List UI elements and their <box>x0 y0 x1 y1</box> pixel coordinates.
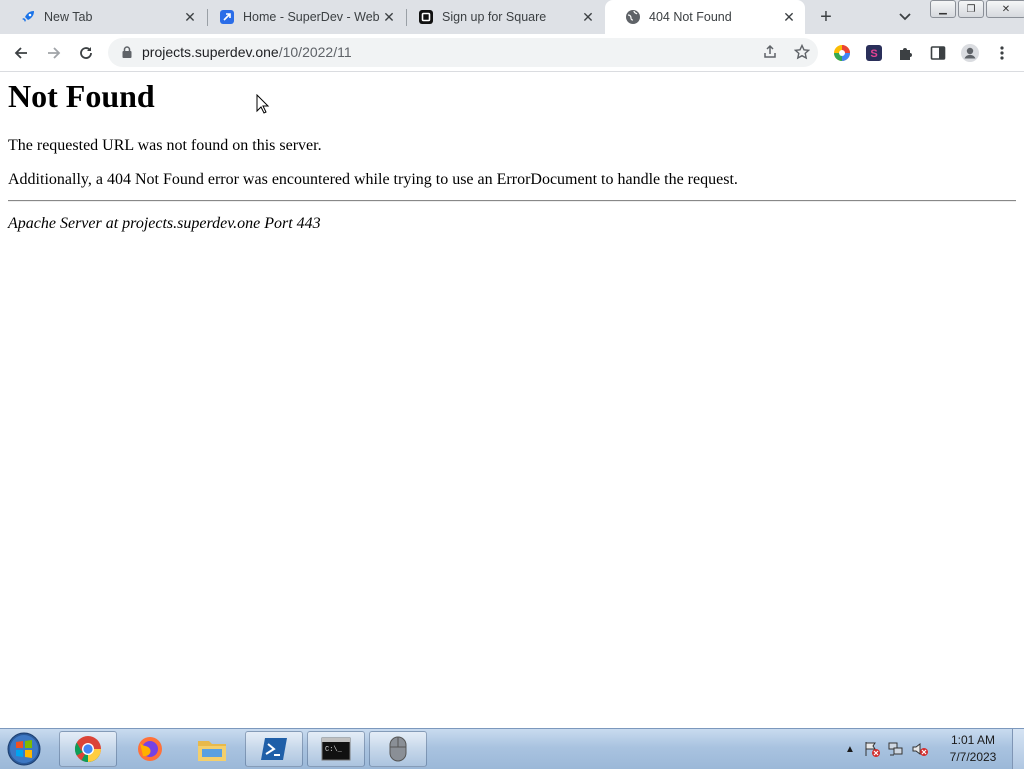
square-logo-icon <box>418 9 434 25</box>
tab-superdev[interactable]: Home - SuperDev - Web ✕ <box>199 0 405 34</box>
close-icon[interactable]: ✕ <box>580 9 596 25</box>
tab-label: Home - SuperDev - Web <box>243 10 380 24</box>
error-detail: Additionally, a 404 Not Found error was … <box>8 171 738 188</box>
taskbar-mouse-app[interactable] <box>369 731 427 767</box>
color-extension-button[interactable] <box>830 41 854 65</box>
restore-icon: ❐ <box>966 3 976 15</box>
color-wheel-icon <box>834 45 850 61</box>
reload-button[interactable] <box>74 41 98 65</box>
extensions-button[interactable] <box>894 41 918 65</box>
start-button[interactable] <box>4 731 44 767</box>
puzzle-icon <box>900 48 912 60</box>
powershell-icon <box>261 738 287 760</box>
avatar-icon <box>961 44 979 62</box>
tray-expand-icon[interactable]: ▲ <box>845 744 855 755</box>
close-icon[interactable]: ✕ <box>381 9 397 25</box>
clock-time: 1:01 AM <box>950 733 996 747</box>
tab-strip: New Tab ✕ Home - SuperDev - Web ✕ Sign u… <box>0 0 1024 34</box>
mouse-icon <box>389 736 407 762</box>
globe-icon <box>625 9 641 25</box>
chevron-down-icon <box>899 13 911 21</box>
tab-label: Sign up for Square <box>442 10 547 24</box>
close-icon: ✕ <box>1001 3 1011 15</box>
bookmark-button[interactable] <box>790 40 814 64</box>
side-panel-icon <box>930 46 946 60</box>
tab-label: New Tab <box>44 10 93 24</box>
divider <box>8 200 1016 202</box>
network-icon[interactable] <box>887 740 905 758</box>
taskbar-file-explorer[interactable] <box>183 731 241 767</box>
lock-icon <box>122 46 132 58</box>
close-icon[interactable]: ✕ <box>781 9 797 25</box>
error-message: The requested URL was not found on this … <box>8 137 322 154</box>
tab-new-tab[interactable]: New Tab ✕ <box>0 0 206 34</box>
share-button[interactable] <box>758 40 782 64</box>
taskbar-powershell[interactable] <box>245 731 303 767</box>
page-content: Not Found The requested URL was not foun… <box>0 72 1024 728</box>
forward-button[interactable] <box>42 41 66 65</box>
close-window-button[interactable]: ✕ <box>986 0 1024 18</box>
minimize-button[interactable]: ▁ <box>930 0 956 18</box>
tab-square[interactable]: Sign up for Square ✕ <box>398 0 604 34</box>
side-panel-button[interactable] <box>926 41 950 65</box>
star-icon <box>794 44 810 60</box>
clock-date: 7/7/2023 <box>949 750 997 764</box>
share-icon <box>764 44 776 58</box>
restore-button[interactable]: ❐ <box>958 0 984 18</box>
taskbar: C:\_ ▲ 1:01 AM 7/7/2023 <box>0 728 1024 769</box>
superdev-icon <box>219 9 235 25</box>
taskbar-chrome[interactable] <box>59 731 117 767</box>
url-text: projects.superdev.one/10/2022/11 <box>142 44 352 60</box>
svg-text:C:\_: C:\_ <box>325 746 343 754</box>
browser-toolbar: projects.superdev.one/10/2022/11 S <box>0 34 1024 72</box>
show-desktop-button[interactable] <box>1012 729 1024 769</box>
back-button[interactable] <box>9 41 33 65</box>
close-icon[interactable]: ✕ <box>182 9 198 25</box>
action-center-flag-icon[interactable] <box>863 740 881 758</box>
extension-s-icon: S <box>866 45 882 61</box>
tab-search-button[interactable] <box>894 6 916 28</box>
cmd-icon: C:\_ <box>321 737 351 761</box>
server-signature: Apache Server at projects.superdev.one P… <box>8 215 321 232</box>
tab-label: 404 Not Found <box>649 10 732 24</box>
tab-404-not-found[interactable]: 404 Not Found ✕ <box>605 0 805 34</box>
url-host: projects.superdev.one <box>142 44 279 60</box>
mouse-cursor-icon <box>256 94 270 114</box>
taskbar-firefox[interactable] <box>121 731 179 767</box>
rocket-icon <box>20 9 36 25</box>
window-controls: ▁ ❐ ✕ <box>928 0 1024 18</box>
url-path: /10/2022/11 <box>278 44 352 60</box>
address-bar[interactable]: projects.superdev.one/10/2022/11 <box>108 38 818 67</box>
arrow-left-icon <box>14 47 27 59</box>
windows-logo-icon <box>7 732 41 766</box>
stylebot-extension-button[interactable]: S <box>862 41 886 65</box>
file-explorer-icon <box>198 741 226 761</box>
menu-button[interactable] <box>990 41 1014 65</box>
clock[interactable]: 1:01 AM 7/7/2023 <box>940 732 1006 766</box>
taskbar-cmd[interactable]: C:\_ <box>307 731 365 767</box>
system-tray: ▲ <box>845 729 929 769</box>
page-title: Not Found <box>8 78 155 114</box>
reload-icon <box>80 47 92 59</box>
minimize-icon: ▁ <box>939 3 947 15</box>
chrome-icon <box>74 736 101 763</box>
volume-muted-icon[interactable] <box>911 740 929 758</box>
svg-text:S: S <box>870 48 877 60</box>
profile-button[interactable] <box>958 41 982 65</box>
new-tab-button[interactable]: + <box>814 5 838 29</box>
arrow-right-icon <box>48 47 61 59</box>
kebab-menu-icon <box>1000 46 1004 60</box>
firefox-icon <box>138 737 162 761</box>
